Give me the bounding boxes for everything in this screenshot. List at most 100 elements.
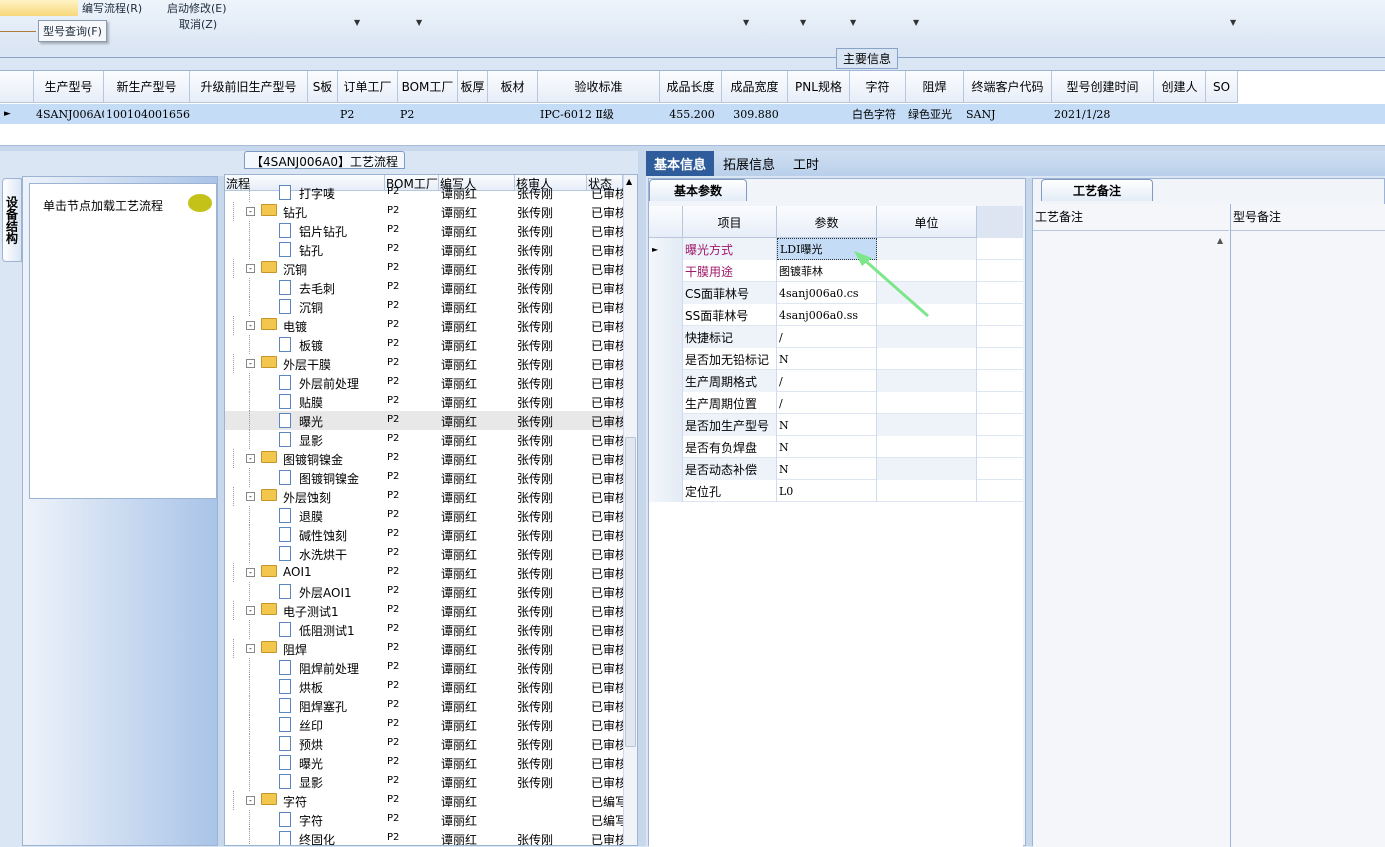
- param-unit[interactable]: [877, 392, 977, 414]
- flow-row[interactable]: 图镀铜镍金 P2 谭丽红 张传刚 已审核: [225, 468, 637, 487]
- dropdown-arrow-icon[interactable]: ▼: [913, 18, 919, 27]
- load-hint-box[interactable]: 单击节点加载工艺流程: [29, 183, 217, 499]
- flow-row[interactable]: 显影 P2 谭丽红 张传刚 已审核: [225, 772, 637, 791]
- flow-row[interactable]: 贴膜 P2 谭丽红 张传刚 已审核: [225, 392, 637, 411]
- flow-row[interactable]: 显影 P2 谭丽红 张传刚 已审核: [225, 430, 637, 449]
- flow-row[interactable]: 终固化 P2 谭丽红 张传刚 已审核: [225, 829, 637, 845]
- main-cell[interactable]: 2021/1/28: [1052, 104, 1154, 124]
- main-cell[interactable]: 4SANJ006A0: [34, 104, 104, 124]
- param-row[interactable]: 是否有负焊盘 N: [649, 436, 1023, 458]
- flow-row[interactable]: 去毛刺 P2 谭丽红 张传刚 已审核: [225, 278, 637, 297]
- main-cell[interactable]: 10010400165628: [104, 104, 190, 124]
- param-value[interactable]: N: [777, 436, 877, 458]
- flow-row[interactable]: 曝光 P2 谭丽红 张传刚 已审核: [225, 753, 637, 772]
- flow-row[interactable]: 打字唛 P2 谭丽红 张传刚 已审核: [225, 183, 637, 202]
- param-row[interactable]: 生产周期位置 /: [649, 392, 1023, 414]
- expand-icon[interactable]: -: [246, 492, 255, 501]
- param-unit[interactable]: [877, 370, 977, 392]
- expand-icon[interactable]: -: [246, 321, 255, 330]
- param-row[interactable]: SS面菲林号 4sanj006a0.ss: [649, 304, 1023, 326]
- flow-splitter[interactable]: [638, 151, 646, 846]
- dropdown-arrow-icon[interactable]: ▼: [416, 18, 422, 27]
- flow-row[interactable]: 预烘 P2 谭丽红 张传刚 已审核: [225, 734, 637, 753]
- main-cell[interactable]: [1154, 104, 1206, 124]
- param-unit[interactable]: [877, 436, 977, 458]
- param-unit[interactable]: [877, 458, 977, 480]
- param-value[interactable]: N: [777, 348, 877, 370]
- dropdown-arrow-icon[interactable]: ▼: [743, 18, 749, 27]
- flow-row[interactable]: - 字符 P2 谭丽红 已编写: [225, 791, 637, 810]
- param-unit[interactable]: [877, 480, 977, 502]
- main-cell[interactable]: P2: [338, 104, 398, 124]
- remark-scroll-up-icon[interactable]: ▲: [1217, 236, 1223, 245]
- main-cell[interactable]: [308, 104, 338, 124]
- param-value[interactable]: /: [777, 392, 877, 414]
- flow-row[interactable]: 退膜 P2 谭丽红 张传刚 已审核: [225, 506, 637, 525]
- flow-scrollbar[interactable]: ▲: [623, 175, 637, 845]
- main-cell[interactable]: P2: [398, 104, 458, 124]
- flow-row[interactable]: 曝光 P2 谭丽红 张传刚 已审核: [225, 411, 637, 430]
- flow-row[interactable]: 碱性蚀刻 P2 谭丽红 张传刚 已审核: [225, 525, 637, 544]
- flow-row[interactable]: - 图镀铜镍金 P2 谭丽红 张传刚 已审核: [225, 449, 637, 468]
- param-row[interactable]: 干膜用途 图镀菲林: [649, 260, 1023, 282]
- flow-row[interactable]: 外层AOI1 P2 谭丽红 张传刚 已审核: [225, 582, 637, 601]
- param-row[interactable]: 快捷标记 /: [649, 326, 1023, 348]
- flow-row[interactable]: 铝片钻孔 P2 谭丽红 张传刚 已审核: [225, 221, 637, 240]
- scroll-thumb[interactable]: [625, 437, 636, 747]
- expand-icon[interactable]: -: [246, 796, 255, 805]
- flow-row[interactable]: 水洗烘干 P2 谭丽红 张传刚 已审核: [225, 544, 637, 563]
- main-cell[interactable]: [1206, 104, 1238, 124]
- detail-tab[interactable]: 基本信息: [646, 151, 714, 176]
- param-unit[interactable]: [877, 326, 977, 348]
- expand-icon[interactable]: -: [246, 264, 255, 273]
- flow-row[interactable]: - 沉铜 P2 谭丽红 张传刚 已审核: [225, 259, 637, 278]
- flow-row[interactable]: 沉铜 P2 谭丽红 张传刚 已审核: [225, 297, 637, 316]
- param-value[interactable]: /: [777, 326, 877, 348]
- process-remark-area[interactable]: [1033, 230, 1229, 847]
- param-row[interactable]: 是否动态补偿 N: [649, 458, 1023, 480]
- param-unit[interactable]: [877, 348, 977, 370]
- flow-row[interactable]: - 外层蚀刻 P2 谭丽红 张传刚 已审核: [225, 487, 637, 506]
- expand-icon[interactable]: -: [246, 207, 255, 216]
- main-cell[interactable]: 455.200: [660, 104, 722, 124]
- flow-row[interactable]: 低阻测试1 P2 谭丽红 张传刚 已审核: [225, 620, 637, 639]
- flow-row[interactable]: 烘板 P2 谭丽红 张传刚 已审核: [225, 677, 637, 696]
- param-row[interactable]: 生产周期格式 /: [649, 370, 1023, 392]
- expand-icon[interactable]: -: [246, 568, 255, 577]
- remarks-tab[interactable]: 工艺备注: [1041, 179, 1153, 201]
- flow-row[interactable]: 字符 P2 谭丽红 已编写: [225, 810, 637, 829]
- main-cell[interactable]: [488, 104, 538, 124]
- flow-row[interactable]: 丝印 P2 谭丽红 张传刚 已审核: [225, 715, 637, 734]
- dropdown-arrow-icon[interactable]: ▼: [800, 18, 806, 27]
- param-row[interactable]: ► 曝光方式 LDI曝光: [649, 238, 1023, 260]
- param-row[interactable]: 是否加无铅标记 N: [649, 348, 1023, 370]
- device-structure-tab[interactable]: 设备结构: [2, 178, 22, 262]
- flow-row[interactable]: 阻焊塞孔 P2 谭丽红 张传刚 已审核: [225, 696, 637, 715]
- flow-row[interactable]: - AOI1 P2 谭丽红 张传刚 已审核: [225, 563, 637, 582]
- main-cell[interactable]: [788, 104, 850, 124]
- start-edit-menu[interactable]: 启动修改(E): [167, 0, 227, 16]
- expand-icon[interactable]: -: [246, 454, 255, 463]
- detail-tab[interactable]: 拓展信息: [716, 151, 782, 176]
- param-row[interactable]: 定位孔 L0: [649, 480, 1023, 502]
- dropdown-arrow-icon[interactable]: ▼: [850, 18, 856, 27]
- main-cell[interactable]: 白色字符: [850, 104, 906, 124]
- expand-icon[interactable]: -: [246, 644, 255, 653]
- expand-icon[interactable]: -: [246, 359, 255, 368]
- dropdown-arrow-icon[interactable]: ▼: [1230, 18, 1236, 27]
- scroll-up-icon[interactable]: ▲: [626, 177, 632, 186]
- dropdown-arrow-icon[interactable]: ▼: [354, 18, 360, 27]
- edit-flow-menu[interactable]: 编写流程(R): [82, 0, 142, 16]
- main-cell[interactable]: 绿色亚光: [906, 104, 964, 124]
- flow-row[interactable]: 板镀 P2 谭丽红 张传刚 已审核: [225, 335, 637, 354]
- flow-row[interactable]: - 电子测试1 P2 谭丽红 张传刚 已审核: [225, 601, 637, 620]
- flow-row[interactable]: 外层前处理 P2 谭丽红 张传刚 已审核: [225, 373, 637, 392]
- main-cell[interactable]: 309.880: [722, 104, 788, 124]
- main-cell[interactable]: [458, 104, 488, 124]
- model-query-button[interactable]: 型号查询(F): [38, 20, 107, 42]
- flow-row[interactable]: - 电镀 P2 谭丽红 张传刚 已审核: [225, 316, 637, 335]
- main-cell[interactable]: SANJ: [964, 104, 1052, 124]
- param-value[interactable]: N: [777, 414, 877, 436]
- flow-row[interactable]: 钻孔 P2 谭丽红 张传刚 已审核: [225, 240, 637, 259]
- detail-tab[interactable]: 工时: [784, 151, 828, 176]
